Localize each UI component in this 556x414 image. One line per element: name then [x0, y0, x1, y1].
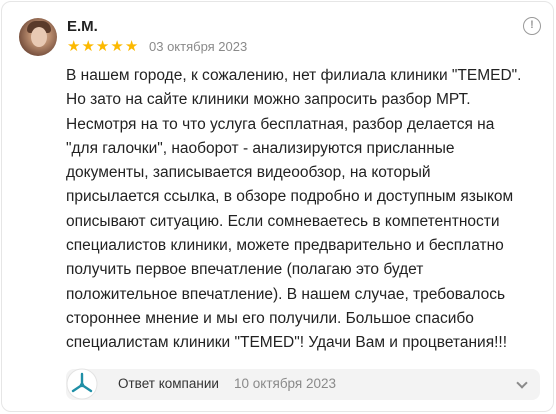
review-text-line: специалистов клиники, можете предварител…: [66, 237, 504, 255]
company-reply-label: Ответ компании: [118, 376, 219, 391]
review-text-line: получить первое впечатление (полагаю это…: [66, 261, 424, 279]
company-reply-toggle[interactable]: Ответ компании 10 октября 2023: [66, 369, 540, 400]
review-text: В нашем городе, к сожалению, нет филиала…: [66, 64, 546, 356]
star-icon: ★: [124, 38, 139, 55]
rating-stars: ★ ★ ★ ★ ★: [67, 39, 138, 54]
review-date: 03 октября 2023: [149, 39, 248, 54]
star-icon: ★: [67, 38, 81, 55]
author-avatar[interactable]: [19, 18, 57, 56]
chevron-down-icon: [516, 377, 528, 389]
review-text-line: "для галочки", наоборот - анализируются …: [66, 139, 455, 157]
company-logo-icon: [66, 368, 98, 400]
review-text-line: присылается ссылка, в обзоре подробно и …: [66, 188, 514, 206]
company-reply-date: 10 октября 2023: [234, 376, 337, 391]
star-icon: ★: [110, 38, 124, 55]
more-info-icon[interactable]: !: [523, 17, 541, 35]
avatar-face: [31, 27, 47, 47]
review-text-line: положительное впечатление). В нашем случ…: [66, 285, 506, 303]
review-text-line: Но зато на сайте клиники можно запросить…: [66, 91, 471, 109]
star-icon: ★: [81, 38, 95, 55]
review-card: Е.М. ★ ★ ★ ★ ★ 03 октября 2023 ! В нашем…: [1, 1, 554, 412]
star-icon: ★: [95, 38, 110, 55]
review-text-line: специалистам клиники "TEMED"! Удачи Вам …: [66, 334, 508, 352]
review-text-line: документы, записывается видеообзор, на к…: [66, 164, 431, 182]
review-text-line: стороннее мнение и мы его получили. Боль…: [66, 309, 474, 327]
review-text-line: описывают ситуацию. Если сомневаетесь в …: [66, 212, 500, 230]
author-name[interactable]: Е.М.: [67, 18, 98, 35]
review-text-line: В нашем городе, к сожалению, нет филиала…: [66, 67, 522, 84]
review-text-line: Несмотря на то что услуга бесплатная, ра…: [66, 115, 495, 133]
